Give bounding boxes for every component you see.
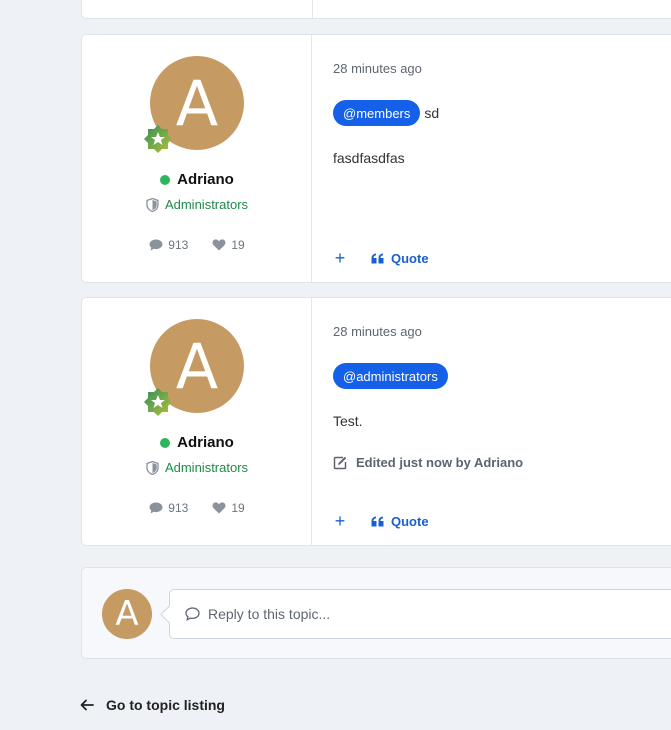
post-count-stat: 913 xyxy=(149,238,188,252)
go-to-topic-listing-link[interactable]: Go to topic listing xyxy=(80,697,225,713)
column-divider xyxy=(312,0,313,18)
chat-bubble-icon xyxy=(185,607,200,621)
quote-button[interactable]: Quote xyxy=(371,514,429,529)
quote-button[interactable]: Quote xyxy=(371,251,429,266)
mention-line: @members sd xyxy=(333,100,439,126)
edited-text: Edited just now by Adriano xyxy=(356,455,524,470)
post: A Adriano Administrators 913 19 28 minut… xyxy=(81,34,671,283)
author-stats: 913 19 xyxy=(82,238,312,252)
arrow-left-icon xyxy=(80,699,94,711)
mention-tag[interactable]: @administrators xyxy=(333,363,448,389)
mention-trailing-text: sd xyxy=(424,105,440,121)
author-group-row: Administrators xyxy=(82,197,312,212)
edit-icon xyxy=(333,456,347,469)
reply-section: A Reply to this topic... xyxy=(81,567,671,659)
avatar-letter: A xyxy=(115,594,139,634)
back-link-label: Go to topic listing xyxy=(106,697,225,713)
post-actions: + Quote xyxy=(333,249,429,267)
post-body: fasdfasdfas xyxy=(333,150,405,166)
author-group[interactable]: Administrators xyxy=(165,197,248,212)
plus-icon[interactable]: + xyxy=(333,249,347,267)
avatar-letter: A xyxy=(175,66,219,140)
comment-icon xyxy=(149,239,163,251)
comment-icon xyxy=(149,502,163,514)
post-author-panel: A Adriano Administrators 913 19 xyxy=(82,298,312,545)
author-name-row: Adriano xyxy=(82,171,312,188)
post-actions: + Quote xyxy=(333,512,429,530)
reputation-count: 19 xyxy=(231,238,245,252)
online-status-dot xyxy=(160,437,171,448)
plus-icon[interactable]: + xyxy=(333,512,347,530)
previous-post xyxy=(81,0,671,19)
post-author-panel: A Adriano Administrators 913 19 xyxy=(82,35,312,282)
heart-icon xyxy=(212,502,226,514)
edited-note[interactable]: Edited just now by Adriano xyxy=(333,455,523,470)
heart-icon xyxy=(212,239,226,251)
star-badge-icon[interactable] xyxy=(143,124,173,154)
post-body: Test. xyxy=(333,413,363,429)
author-name-row: Adriano xyxy=(82,434,312,451)
post-count-stat: 913 xyxy=(149,501,188,515)
author-stats: 913 19 xyxy=(82,501,312,515)
author-name[interactable]: Adriano xyxy=(177,171,234,188)
quote-label: Quote xyxy=(391,513,429,529)
reply-input[interactable]: Reply to this topic... xyxy=(169,589,671,639)
post-count: 913 xyxy=(168,238,189,252)
quote-icon xyxy=(371,253,384,263)
post: A Adriano Administrators 913 19 28 minut… xyxy=(81,297,671,546)
shield-icon xyxy=(146,460,159,475)
quote-icon xyxy=(371,516,384,526)
shield-icon xyxy=(146,197,159,212)
author-group-row: Administrators xyxy=(82,460,312,475)
online-status-dot xyxy=(160,174,171,185)
reputation-stat: 19 xyxy=(212,501,245,515)
avatar-letter: A xyxy=(175,329,219,403)
post-timestamp[interactable]: 28 minutes ago xyxy=(333,61,422,76)
reply-placeholder: Reply to this topic... xyxy=(208,606,331,622)
post-timestamp[interactable]: 28 minutes ago xyxy=(333,324,422,339)
reputation-count: 19 xyxy=(231,501,245,515)
mention-line: @administrators xyxy=(333,363,448,389)
quote-label: Quote xyxy=(391,250,429,266)
avatar[interactable]: A xyxy=(102,589,152,639)
post-content: 28 minutes ago @administrators Test. Edi… xyxy=(333,298,671,545)
reputation-stat: 19 xyxy=(212,238,245,252)
mention-tag[interactable]: @members xyxy=(333,100,421,126)
author-group[interactable]: Administrators xyxy=(165,460,248,475)
author-name[interactable]: Adriano xyxy=(177,434,234,451)
post-content: 28 minutes ago @members sd fasdfasdfas +… xyxy=(333,35,671,282)
star-badge-icon[interactable] xyxy=(143,387,173,417)
post-count: 913 xyxy=(168,501,189,515)
